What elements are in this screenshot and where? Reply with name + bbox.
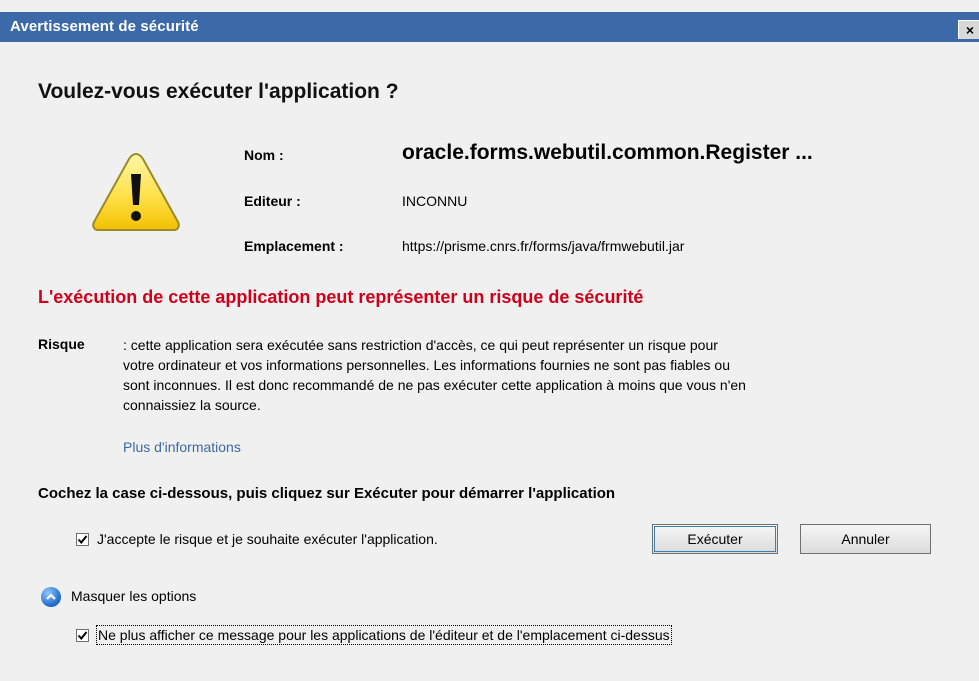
chevron-up-circle-icon[interactable] (41, 587, 61, 607)
warning-triangle-icon (92, 152, 180, 231)
name-value: oracle.forms.webutil.common.Register ... (402, 141, 813, 164)
instruction-text: Cochez la case ci-dessous, puis cliquez … (38, 485, 616, 502)
run-button[interactable]: Exécuter (652, 524, 778, 554)
dialog-question: Voulez-vous exécuter l'application ? (38, 80, 399, 103)
check-icon (77, 631, 88, 641)
more-info-link[interactable]: Plus d'informations (123, 439, 241, 455)
dont-show-again-label[interactable]: Ne plus afficher ce message pour les app… (96, 625, 672, 645)
location-value: https://prisme.cnrs.fr/forms/java/frmweb… (402, 238, 685, 254)
check-icon (77, 535, 88, 545)
risk-description: : cette application sera exécutée sans r… (123, 335, 943, 415)
location-label: Emplacement : (244, 238, 344, 254)
risk-line-1: : cette application sera exécutée sans r… (123, 337, 718, 353)
close-button[interactable]: × (958, 20, 979, 39)
window-title: Avertissement de sécurité (10, 18, 199, 35)
dont-show-again-checkbox[interactable] (76, 629, 89, 642)
risk-line-2: votre ordinateur et vos informations per… (123, 357, 731, 373)
risk-label: Risque (38, 336, 85, 352)
publisher-label: Editeur : (244, 193, 301, 209)
risk-line-3: sont inconnues. Il est donc recommandé d… (123, 377, 746, 393)
accept-risk-label[interactable]: J'accepte le risque et je souhaite exécu… (97, 531, 438, 547)
hide-options-toggle[interactable]: Masquer les options (71, 588, 196, 604)
risk-heading: L'exécution de cette application peut re… (38, 287, 644, 307)
risk-line-4: connaissiez la source. (123, 397, 261, 413)
security-warning-dialog: Avertissement de sécurité × Voulez-vous … (0, 0, 979, 681)
name-label: Nom : (244, 147, 284, 163)
title-bar[interactable]: Avertissement de sécurité × (0, 12, 979, 42)
publisher-value: INCONNU (402, 193, 468, 209)
accept-risk-checkbox[interactable] (76, 533, 89, 546)
cancel-button[interactable]: Annuler (800, 524, 931, 554)
